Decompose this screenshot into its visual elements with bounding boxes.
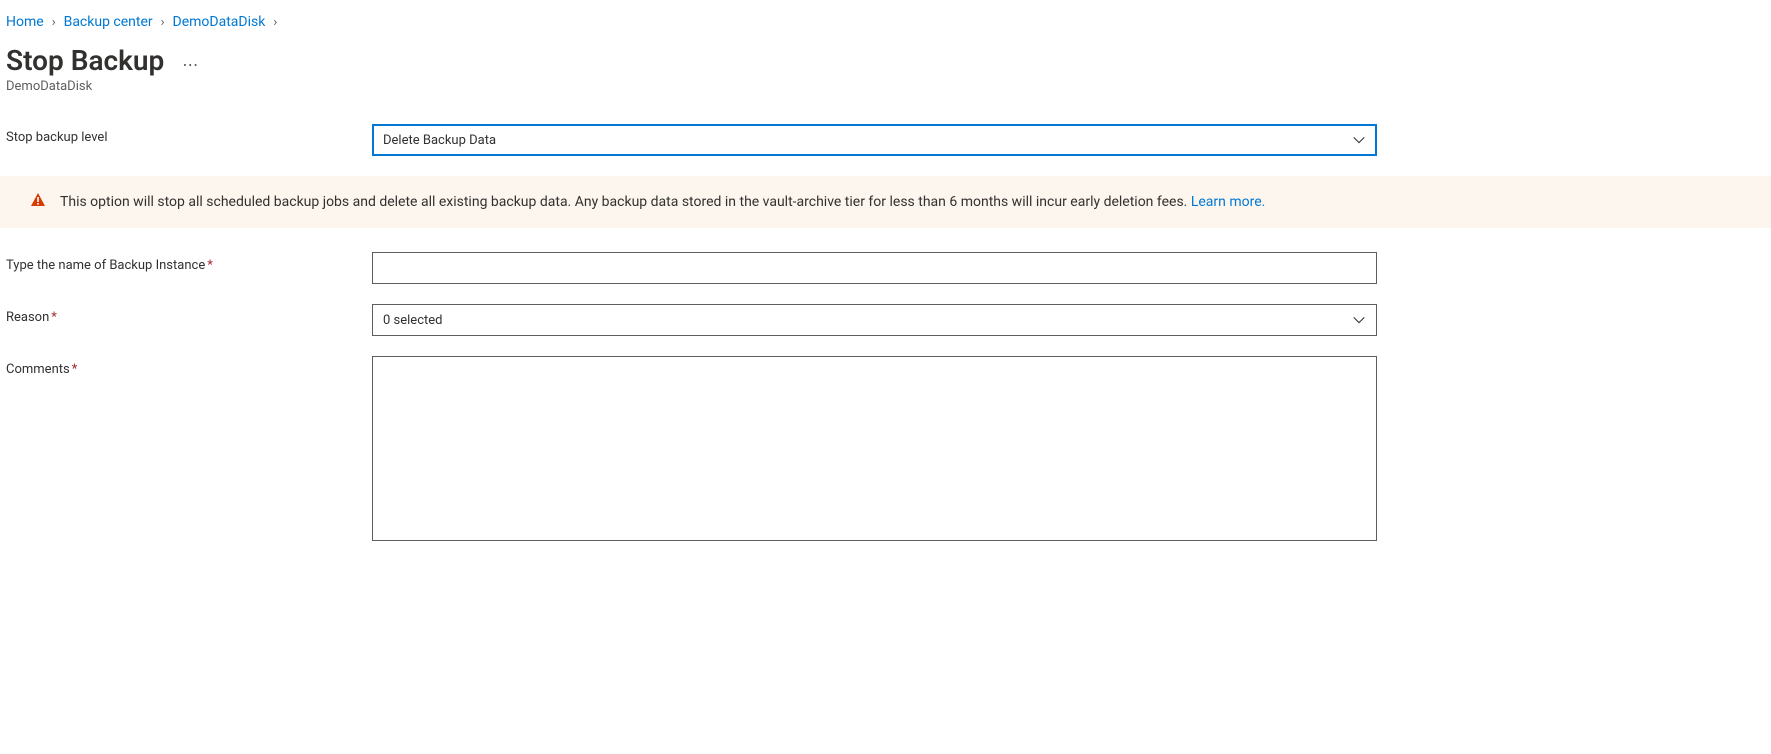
breadcrumb: Home › Backup center › DemoDataDisk › xyxy=(6,8,1765,30)
page-title: Stop Backup xyxy=(6,44,164,77)
label-comments: Comments* xyxy=(6,356,372,377)
warning-icon xyxy=(30,192,46,212)
select-value: Delete Backup Data xyxy=(383,133,1352,148)
breadcrumb-link-home[interactable]: Home xyxy=(6,14,44,30)
chevron-right-icon: › xyxy=(273,15,277,30)
label-reason: Reason* xyxy=(6,304,372,325)
label-stop-backup-level: Stop backup level xyxy=(6,124,372,145)
required-asterisk: * xyxy=(51,310,57,325)
more-actions-icon[interactable]: ⋯ xyxy=(182,49,199,73)
warning-banner: This option will stop all scheduled back… xyxy=(0,176,1771,228)
label-instance-name: Type the name of Backup Instance* xyxy=(6,252,372,273)
chevron-right-icon: › xyxy=(52,15,56,30)
select-value: 0 selected xyxy=(383,313,1352,328)
chevron-down-icon xyxy=(1352,313,1366,327)
required-asterisk: * xyxy=(207,258,213,273)
row-stop-backup-level: Stop backup level Delete Backup Data xyxy=(6,124,1765,156)
learn-more-link[interactable]: Learn more. xyxy=(1191,194,1266,210)
breadcrumb-link-backup-center[interactable]: Backup center xyxy=(64,14,153,30)
textarea-comments[interactable] xyxy=(372,356,1377,541)
page-subtitle: DemoDataDisk xyxy=(6,79,1765,94)
row-instance-name: Type the name of Backup Instance* xyxy=(6,252,1765,284)
select-reason[interactable]: 0 selected xyxy=(372,304,1377,336)
required-asterisk: * xyxy=(72,362,78,377)
select-stop-backup-level[interactable]: Delete Backup Data xyxy=(372,124,1377,156)
row-comments: Comments* xyxy=(6,356,1765,545)
chevron-down-icon xyxy=(1352,133,1366,147)
breadcrumb-link-demodatadisk[interactable]: DemoDataDisk xyxy=(173,14,266,30)
page-header: Stop Backup ⋯ DemoDataDisk xyxy=(6,44,1765,94)
row-reason: Reason* 0 selected xyxy=(6,304,1765,336)
input-instance-name[interactable] xyxy=(372,252,1377,284)
chevron-right-icon: › xyxy=(161,15,165,30)
warning-text: This option will stop all scheduled back… xyxy=(60,194,1749,210)
